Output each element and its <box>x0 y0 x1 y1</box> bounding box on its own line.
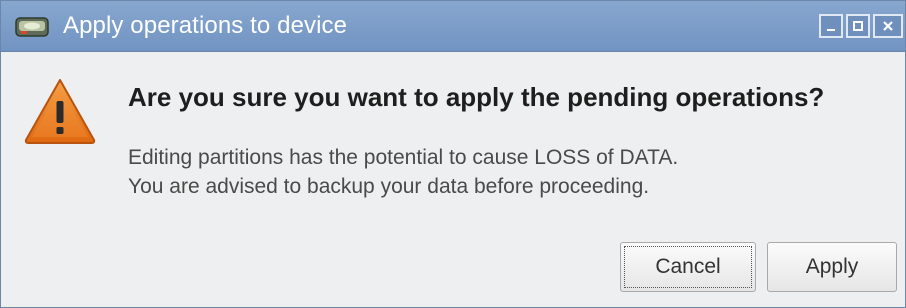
dialog-headline: Are you sure you want to apply the pendi… <box>128 82 825 112</box>
maximize-icon <box>853 21 863 31</box>
cancel-button-label: Cancel <box>655 255 721 278</box>
dialog-message-line-1: Editing partitions has the potential to … <box>128 146 679 169</box>
close-icon <box>883 21 893 31</box>
minimize-button[interactable] <box>819 14 843 38</box>
close-button[interactable] <box>873 14 903 38</box>
window-title: Apply operations to device <box>63 12 348 39</box>
warning-icon <box>24 79 96 144</box>
cancel-button[interactable]: Cancel <box>620 242 756 292</box>
dialog-window: Apply operations to device Are you sure … <box>0 0 906 308</box>
apply-button-label: Apply <box>805 255 859 278</box>
hard-disk-icon <box>15 17 49 37</box>
maximize-button[interactable] <box>846 14 870 38</box>
minimize-icon <box>827 29 835 31</box>
dialog-message-line-2: You are advised to backup your data befo… <box>128 175 650 198</box>
title-bar[interactable]: Apply operations to device <box>1 1 905 52</box>
apply-button[interactable]: Apply <box>767 242 897 292</box>
